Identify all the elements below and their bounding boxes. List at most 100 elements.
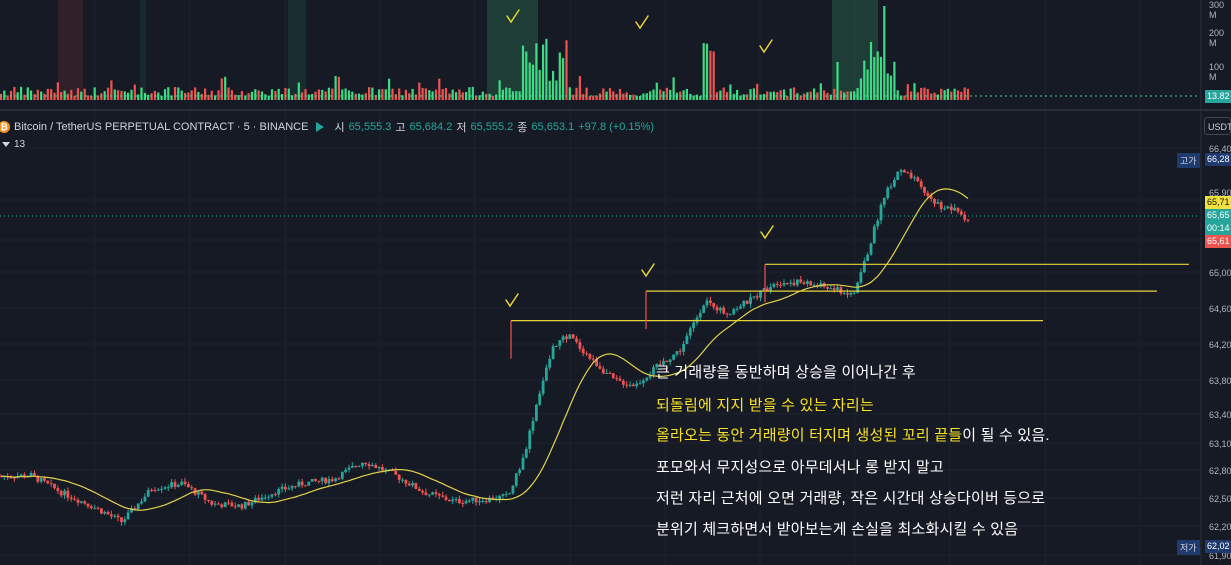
annotation-line-6: 분위기 체크하면서 받아보는게 손실을 최소화시킬 수 있음 — [656, 521, 1019, 538]
candle-body — [709, 300, 712, 303]
volume-bar — [43, 93, 46, 100]
volume-bar — [702, 43, 705, 100]
candle-body — [458, 499, 461, 503]
candle — [83, 500, 87, 505]
indicator-row[interactable]: 13 — [2, 139, 25, 150]
candle-body — [270, 494, 274, 497]
candle — [334, 477, 337, 483]
volume-bar — [531, 64, 535, 100]
volume-bar — [254, 89, 257, 100]
candle — [585, 351, 588, 356]
candle — [749, 293, 752, 308]
candle-body — [100, 508, 103, 514]
candle — [110, 510, 113, 520]
symbol-title[interactable]: Bitcoin / TetherUS PERPETUAL CONTRACT · … — [14, 121, 308, 133]
candle-body — [812, 285, 816, 286]
volume-bar — [361, 94, 364, 100]
candle-body — [257, 497, 260, 501]
flag-icon[interactable] — [316, 122, 325, 132]
candle-body — [628, 384, 632, 386]
candle-body — [210, 501, 214, 505]
candle-body — [287, 488, 291, 490]
volume-bar — [485, 93, 488, 100]
chevron-down-icon[interactable] — [2, 142, 10, 147]
volume-tick: 100 M — [1209, 62, 1225, 82]
volume-bar — [368, 87, 371, 100]
candle-body — [504, 493, 508, 495]
volume-bar — [441, 89, 444, 100]
volume-bar — [398, 88, 401, 100]
candle — [187, 481, 190, 488]
volume-bar — [508, 87, 511, 100]
volume-bar — [913, 83, 916, 100]
volume-band — [140, 0, 146, 100]
candle-body — [33, 473, 36, 476]
candle-body — [501, 494, 505, 496]
volume-bar — [230, 90, 233, 100]
candle — [866, 252, 869, 262]
candle-body — [775, 283, 779, 285]
high-tag-value: 66,28 — [1205, 153, 1231, 166]
candle — [692, 319, 695, 332]
candle — [441, 491, 445, 498]
candle-body — [13, 477, 16, 479]
volume-bar — [418, 82, 421, 100]
volume-bar — [187, 92, 190, 100]
candle — [575, 335, 578, 344]
candle-body — [448, 499, 451, 502]
currency-button[interactable]: USDT — [1204, 117, 1231, 135]
candle-body — [882, 197, 886, 205]
volume-bar — [819, 83, 822, 100]
candle-body — [334, 478, 337, 482]
candle-body — [698, 312, 702, 318]
candle — [79, 501, 83, 504]
candle — [625, 381, 629, 389]
candle-body — [879, 204, 883, 221]
candle — [200, 490, 204, 496]
volume-bar — [86, 95, 90, 100]
volume-bar — [558, 52, 561, 100]
candle-body — [367, 464, 371, 467]
candle-body — [143, 496, 147, 502]
volume-highlight-bands — [58, 0, 878, 100]
volume-bar — [545, 38, 548, 100]
high-value: 65,684.2 — [409, 121, 453, 133]
candle — [123, 516, 127, 526]
candle — [49, 479, 53, 488]
volume-bar — [542, 44, 545, 100]
candle-body — [364, 462, 368, 465]
volume-bar — [772, 91, 775, 100]
open-label: 시 — [334, 122, 345, 134]
price-tick: 64,20 — [1209, 340, 1231, 350]
candle-body — [327, 479, 331, 484]
volume-bar — [100, 93, 103, 100]
candle — [899, 168, 903, 176]
candle-body — [284, 486, 287, 490]
volume-bar — [26, 87, 29, 100]
candle-body — [150, 489, 153, 491]
volume-bar — [30, 90, 33, 100]
candle — [274, 492, 277, 497]
volume-bar — [137, 94, 140, 100]
candle — [350, 462, 354, 469]
volume-bar — [923, 87, 926, 100]
price-chart[interactable] — [0, 0, 1231, 565]
volume-bar — [792, 87, 796, 100]
candle-body — [414, 483, 418, 489]
annotation-line-2: 되돌림에 지지 받을 수 있는 자리는 — [656, 397, 874, 414]
candle-body — [300, 481, 304, 486]
volume-bar — [33, 94, 36, 100]
candle-body — [735, 308, 739, 310]
candle-body — [498, 495, 501, 500]
ma-tag: 65,71 — [1205, 196, 1231, 209]
candle-body — [223, 502, 227, 508]
volume-bar — [194, 87, 197, 100]
candle-body — [444, 496, 448, 500]
candle-body — [829, 288, 833, 290]
price-tick: 62,20 — [1209, 522, 1231, 532]
candle-body — [622, 380, 625, 385]
candle-body — [578, 342, 582, 349]
candle-body — [869, 243, 873, 255]
volume-bar — [277, 88, 280, 100]
candle — [166, 484, 170, 491]
